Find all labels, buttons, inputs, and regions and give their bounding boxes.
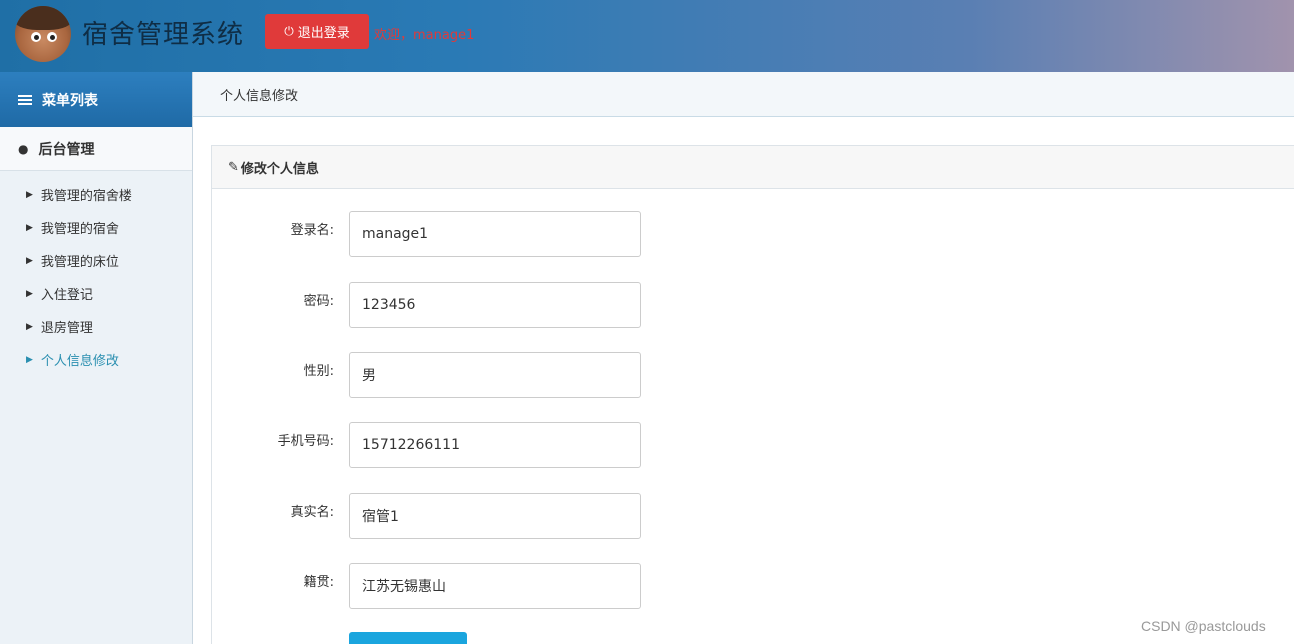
logout-label: 退出登录: [297, 26, 350, 41]
login-name-field[interactable]: manage1: [349, 211, 641, 257]
app-title: 宿舍管理系统: [82, 20, 245, 50]
caret-right-icon: ▶: [26, 354, 33, 365]
avatar: [15, 6, 71, 62]
group-title-label: 后台管理: [38, 141, 95, 158]
welcome-text: 欢迎，manage1: [374, 28, 475, 43]
form-row-gender: 性别: 男: [212, 352, 652, 398]
top-header: 宿舍管理系统 ⏻ 退出登录 欢迎，manage1: [0, 0, 1294, 72]
form-row-login-name: 登录名: manage1: [212, 211, 652, 257]
form-row-hometown: 籍贯: 江苏无锡惠山: [212, 563, 652, 609]
breadcrumb: 个人信息修改: [193, 72, 1294, 117]
sidebar-item-label: 退房管理: [40, 321, 93, 336]
password-label: 密码:: [303, 294, 334, 309]
breadcrumb-current: 个人信息修改: [220, 88, 299, 104]
sidebar-item-my-dorms[interactable]: ▶ 我管理的宿舍: [0, 211, 192, 244]
menu-title: 菜单列表: [42, 92, 98, 109]
submit-button[interactable]: [349, 632, 467, 644]
password-field[interactable]: 123456: [349, 282, 641, 328]
sidebar-item-label: 我管理的宿舍: [40, 222, 119, 237]
caret-right-icon: ▶: [26, 189, 33, 200]
caret-right-icon: ▶: [26, 222, 33, 233]
profile-edit-panel: ✎ 修改个人信息 登录名: manage1 密码: 123456 性别: 男 手…: [211, 145, 1294, 644]
group-backend-admin[interactable]: ● 后台管理: [0, 127, 192, 171]
sidebar-item-my-beds[interactable]: ▶ 我管理的床位: [0, 244, 192, 277]
menu-list-icon: [18, 93, 32, 107]
caret-right-icon: ▶: [26, 321, 33, 332]
caret-right-icon: ▶: [26, 288, 33, 299]
sidebar-item-my-buildings[interactable]: ▶ 我管理的宿舍楼: [0, 178, 192, 211]
gender-label: 性别:: [303, 364, 334, 379]
sidebar-item-label: 入住登记: [40, 288, 93, 303]
watermark: CSDN @pastclouds: [1141, 618, 1266, 634]
nav-list: ▶ 我管理的宿舍楼 ▶ 我管理的宿舍 ▶ 我管理的床位 ▶ 入住登记 ▶ 退房管…: [0, 171, 192, 376]
hometown-field[interactable]: 江苏无锡惠山: [349, 563, 641, 609]
login-name-label: 登录名:: [290, 223, 334, 238]
form-row-real-name: 真实名: 宿管1: [212, 493, 652, 539]
sidebar-item-check-out[interactable]: ▶ 退房管理: [0, 310, 192, 343]
panel-title: 修改个人信息: [240, 161, 319, 177]
logout-button[interactable]: ⏻ 退出登录: [265, 14, 369, 49]
sidebar-item-label: 个人信息修改: [40, 354, 119, 369]
power-icon: ⏻: [284, 24, 294, 38]
caret-right-icon: ▶: [26, 255, 33, 266]
sidebar-item-profile-edit[interactable]: ▶ 个人信息修改: [0, 343, 192, 376]
user-icon: ●: [18, 141, 29, 156]
form-row-password: 密码: 123456: [212, 282, 652, 328]
edit-icon: ✎: [228, 159, 239, 175]
phone-label: 手机号码:: [277, 434, 334, 449]
form-row-phone: 手机号码: 15712266111: [212, 422, 652, 468]
menu-header[interactable]: 菜单列表: [0, 72, 192, 127]
gender-field[interactable]: 男: [349, 352, 641, 398]
sidebar-item-label: 我管理的床位: [40, 255, 119, 270]
sidebar-item-label: 我管理的宿舍楼: [40, 189, 132, 204]
real-name-label: 真实名:: [290, 505, 334, 520]
sidebar-item-check-in[interactable]: ▶ 入住登记: [0, 277, 192, 310]
avatar-eye-left: [31, 32, 41, 42]
avatar-eye-right: [47, 32, 57, 42]
avatar-hair: [15, 6, 71, 30]
real-name-field[interactable]: 宿管1: [349, 493, 641, 539]
panel-heading: ✎ 修改个人信息: [212, 146, 1294, 189]
sidebar: 菜单列表 ● 后台管理 ▶ 我管理的宿舍楼 ▶ 我管理的宿舍 ▶ 我管理的床位 …: [0, 72, 193, 644]
hometown-label: 籍贯:: [303, 575, 334, 590]
phone-field[interactable]: 15712266111: [349, 422, 641, 468]
